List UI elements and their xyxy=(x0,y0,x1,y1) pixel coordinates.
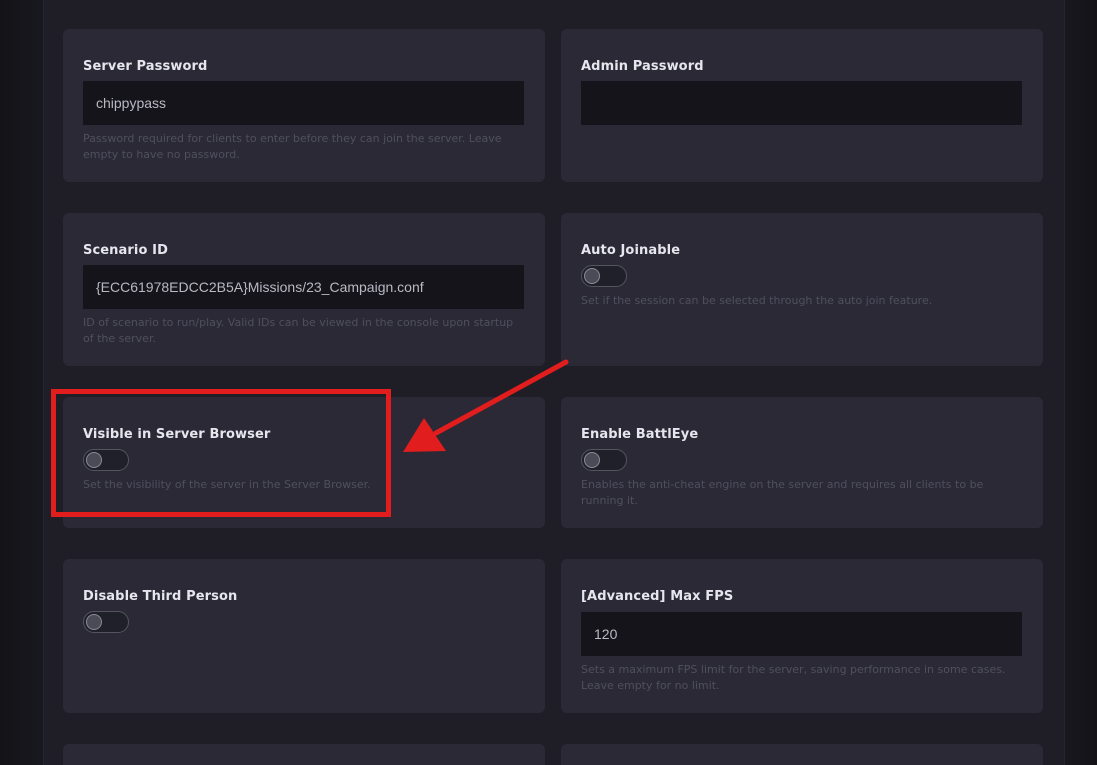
annotation-arrowhead xyxy=(403,418,446,452)
annotation-arrow xyxy=(403,359,569,452)
annotation-arrow-shaft xyxy=(433,359,569,436)
settings-page: Server Password chippypass Password requ… xyxy=(0,0,1097,765)
